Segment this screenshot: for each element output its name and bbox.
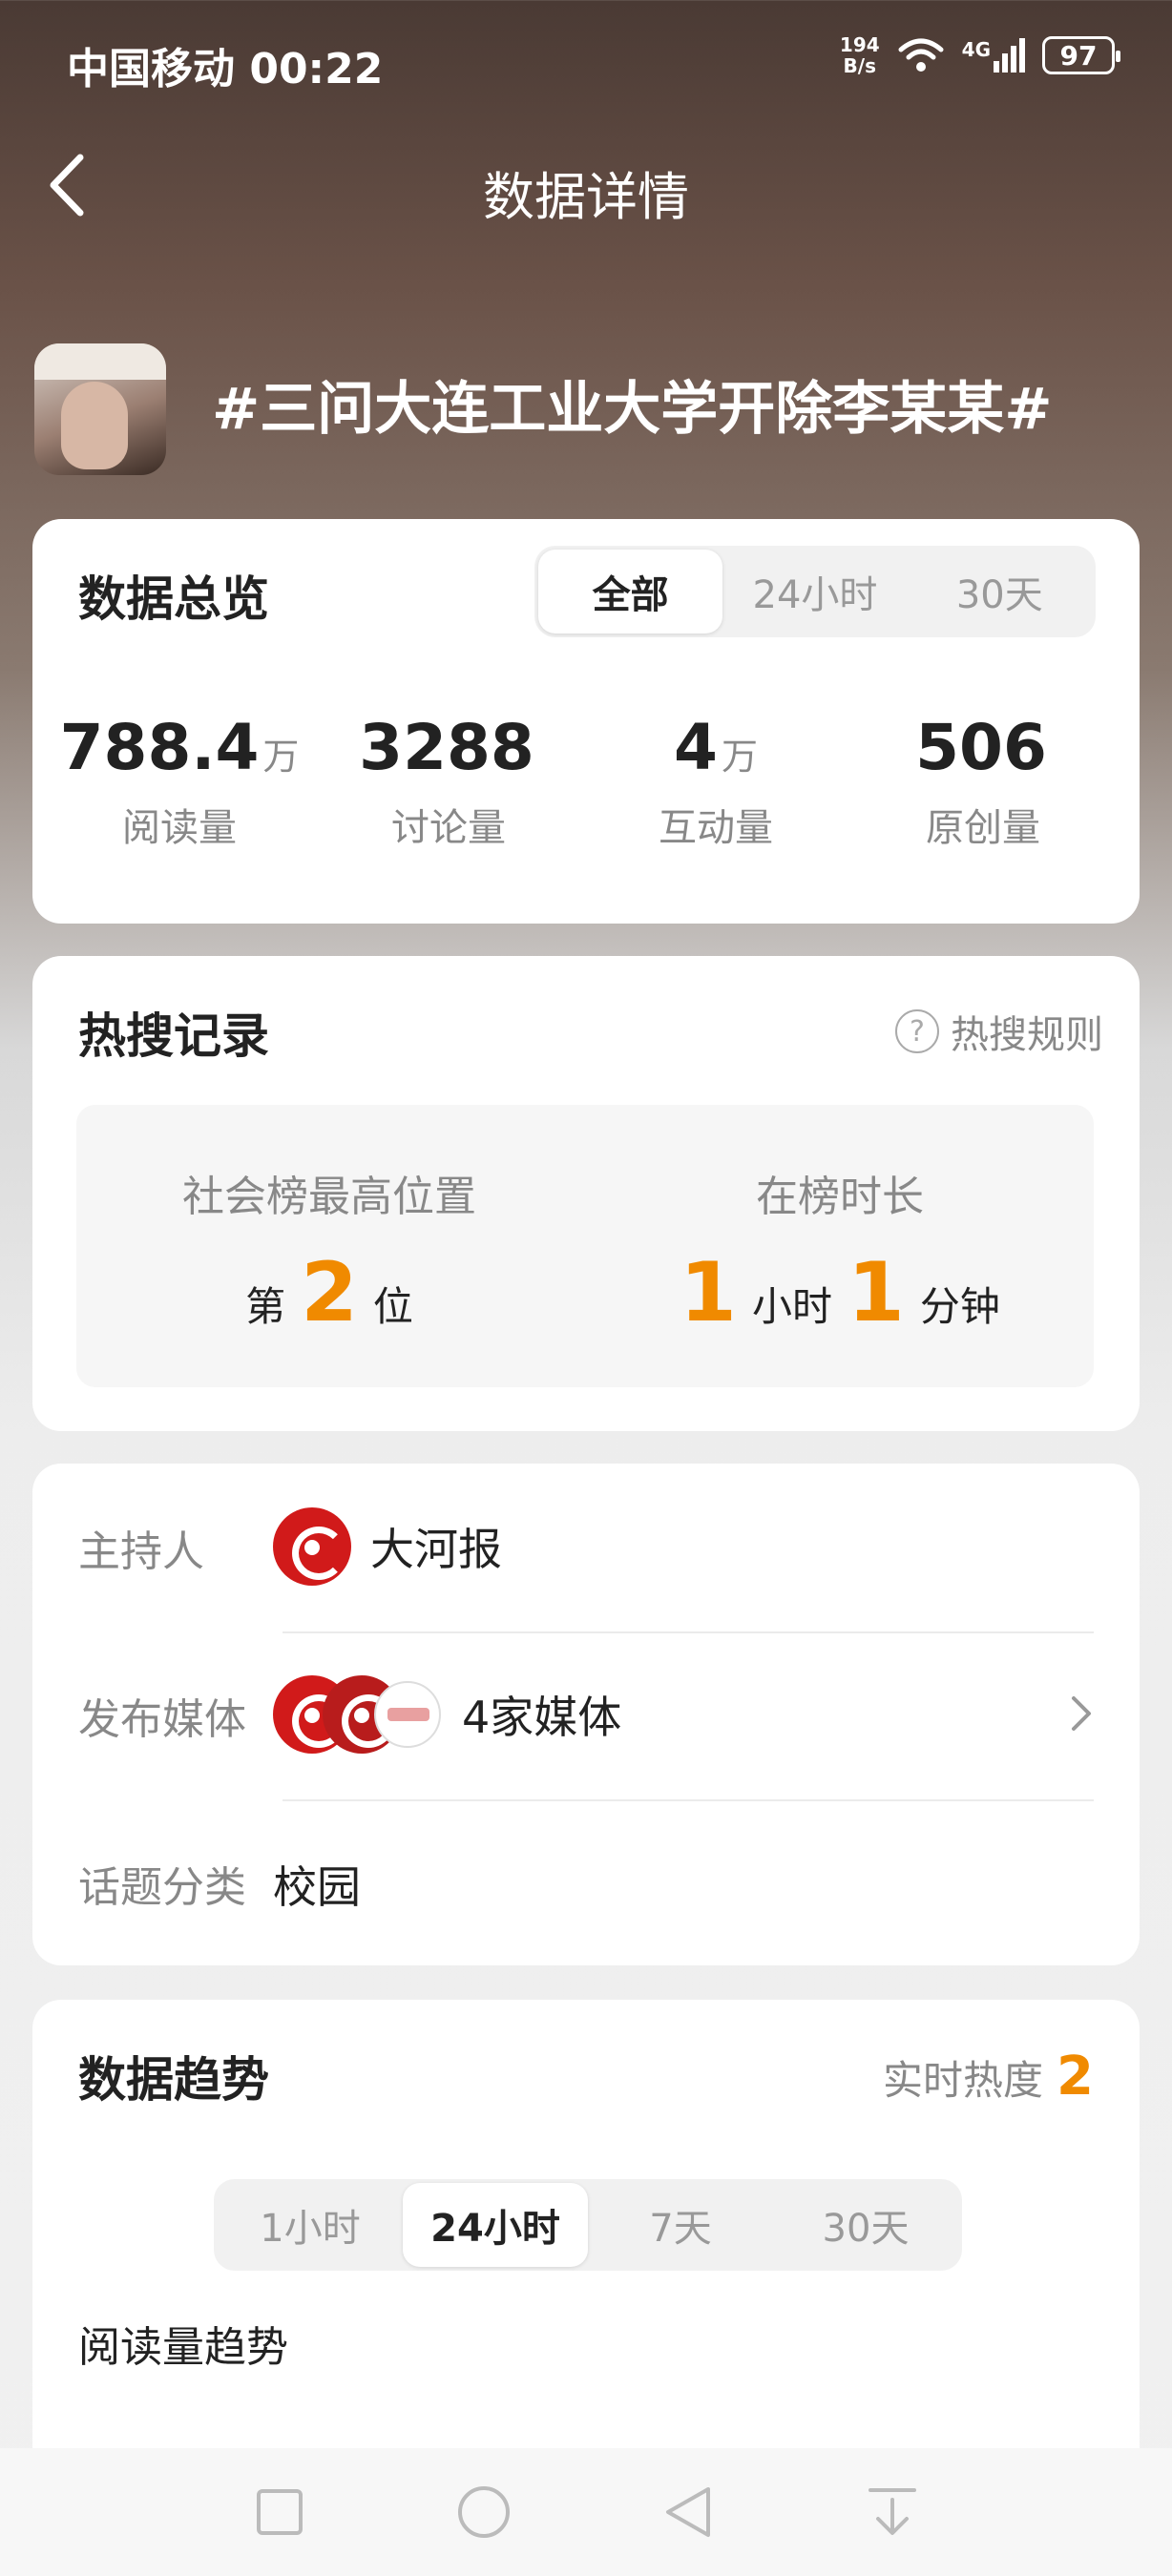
- page-title: 数据详情: [483, 167, 689, 227]
- on-list-duration: 在榜时长 1 小时 1 分钟: [649, 1162, 1031, 1334]
- notification-pull-button[interactable]: [857, 2477, 928, 2547]
- cellular-signal-icon: 4G: [962, 38, 1025, 73]
- metric-discussions-label: 讨论量: [391, 806, 506, 850]
- tab-all[interactable]: 全部: [538, 550, 723, 634]
- host-value[interactable]: 大河报: [273, 1507, 502, 1586]
- triangle-back-icon: [666, 2487, 710, 2537]
- pull-down-icon: [869, 2488, 916, 2535]
- duration-label: 在榜时长: [756, 1173, 924, 1221]
- system-nav-bar: [0, 2448, 1172, 2576]
- hot-search-card: 热搜记录 ? 热搜规则 社会榜最高位置 第 2 位 在榜时长 1 小时 1 分钟: [32, 956, 1140, 1431]
- tab-7d[interactable]: 7天: [588, 2183, 773, 2267]
- rank-prefix: 第: [245, 1283, 286, 1330]
- metric-discussions: 3288 讨论量: [315, 710, 582, 852]
- metric-reads-value: 788.4: [59, 711, 260, 784]
- rank-suffix: 位: [372, 1283, 413, 1330]
- reads-trend-heading: 阅读量趋势: [78, 2323, 288, 2372]
- tab-1h[interactable]: 1小时: [218, 2183, 403, 2267]
- media-count: 4家媒体: [462, 1692, 622, 1743]
- metric-reads: 788.4 万 阅读量: [46, 710, 313, 852]
- net-speed-value: 194: [839, 33, 880, 56]
- category-row: 话题分类 校园: [78, 1799, 1094, 1967]
- status-icons: 194 B/s 4G 97: [840, 34, 1120, 76]
- highest-rank: 社会榜最高位置 第 2 位: [143, 1162, 515, 1334]
- metric-originals-label: 原创量: [926, 806, 1040, 850]
- hot-search-rules-label: 热搜规则: [951, 1013, 1103, 1057]
- overview-range-tabs: 全部 24小时 30天: [534, 546, 1096, 637]
- topic-title: #三问大连工业大学开除李某某#: [212, 376, 1053, 443]
- square-icon: [257, 2489, 303, 2535]
- trend-range-tabs: 1小时 24小时 7天 30天: [214, 2179, 962, 2271]
- media-value: 4家媒体: [273, 1675, 621, 1754]
- host-label: 主持人: [78, 1527, 204, 1576]
- overview-title: 数据总览: [78, 571, 269, 627]
- net-speed-unit: B/s: [843, 54, 876, 77]
- circle-icon: [458, 2486, 510, 2538]
- topic-info-card: 主持人 大河报 发布媒体 4家媒体 话题分类 校园: [32, 1464, 1140, 1965]
- host-row: 主持人 大河报: [78, 1464, 1094, 1631]
- metric-interactions-unit: 万: [721, 736, 758, 778]
- help-icon: ?: [895, 1009, 939, 1053]
- carrier-time: 中国移动 00:22: [67, 34, 383, 95]
- category-value: 校园: [273, 1861, 361, 1913]
- media-label: 发布媒体: [78, 1695, 246, 1744]
- tab-24h[interactable]: 24小时: [722, 550, 907, 634]
- category-label: 话题分类: [78, 1863, 246, 1912]
- metric-reads-unit: 万: [262, 736, 300, 778]
- tab-30d[interactable]: 30天: [773, 2183, 958, 2267]
- duration-minutes-value: 1: [848, 1245, 905, 1340]
- metric-originals-value: 506: [915, 711, 1047, 784]
- overview-card: 数据总览 全部 24小时 30天 788.4 万 阅读量 3288 讨论量 4万 …: [32, 519, 1140, 924]
- highest-rank-label: 社会榜最高位置: [182, 1173, 476, 1221]
- tab-30d[interactable]: 30天: [908, 550, 1092, 634]
- media-logo-icon: [374, 1681, 441, 1748]
- metric-discussions-value: 3288: [359, 711, 534, 784]
- net-speed: 194 B/s: [840, 34, 880, 76]
- hot-search-rules-link[interactable]: ? 热搜规则: [895, 1004, 1103, 1059]
- battery-level: 97: [1059, 39, 1098, 72]
- hot-search-title: 热搜记录: [78, 1008, 269, 1064]
- metric-interactions: 4万 互动量: [582, 710, 849, 852]
- battery-icon: 97: [1042, 36, 1120, 74]
- nav-bar: 数据详情: [0, 134, 1172, 239]
- metric-interactions-label: 互动量: [659, 806, 773, 850]
- wifi-icon: [898, 38, 944, 72]
- status-bar: 中国移动 00:22 194 B/s 4G 97: [0, 0, 1172, 114]
- rank-value: 2: [301, 1245, 358, 1340]
- chevron-right-icon: [1072, 1696, 1091, 1731]
- hot-search-stats: 社会榜最高位置 第 2 位 在榜时长 1 小时 1 分钟: [76, 1105, 1094, 1387]
- media-row[interactable]: 发布媒体 4家媒体: [78, 1631, 1094, 1799]
- realtime-heat: 实时热度 2: [883, 2046, 1094, 2108]
- host-name: 大河报: [370, 1524, 502, 1575]
- network-type: 4G: [961, 38, 991, 61]
- realtime-heat-value: 2: [1057, 2046, 1094, 2108]
- metric-reads-label: 阅读量: [122, 806, 237, 850]
- duration-minutes-unit: 分钟: [919, 1283, 1000, 1330]
- metric-originals: 506 原创量: [849, 710, 1117, 852]
- clock: 00:22: [249, 45, 384, 93]
- carrier-name: 中国移动: [67, 45, 235, 93]
- metric-interactions-value: 4: [674, 711, 718, 784]
- tab-24h[interactable]: 24小时: [403, 2183, 588, 2267]
- recents-button[interactable]: [244, 2477, 315, 2547]
- duration-hours-value: 1: [680, 1245, 737, 1340]
- back-nav-button[interactable]: [653, 2477, 723, 2547]
- realtime-heat-label: 实时热度: [883, 2057, 1044, 2104]
- dahe-news-logo-icon: [273, 1507, 351, 1586]
- duration-hours-unit: 小时: [751, 1283, 832, 1330]
- trend-title: 数据趋势: [78, 2052, 269, 2108]
- topic-thumbnail[interactable]: [34, 343, 166, 475]
- home-button[interactable]: [449, 2477, 519, 2547]
